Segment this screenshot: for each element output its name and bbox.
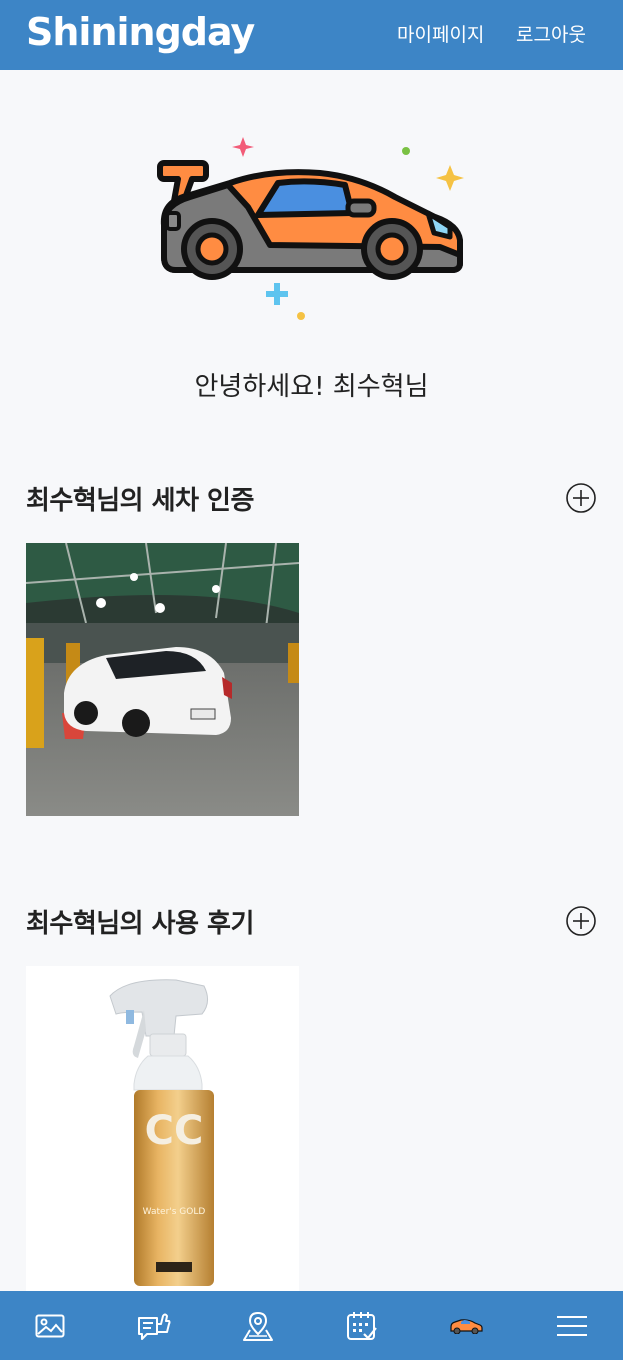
sparkle-blue-cross-icon — [266, 283, 288, 305]
product-label-cc: CC — [145, 1108, 204, 1154]
tab-gallery[interactable] — [0, 1291, 100, 1360]
wash-cert-photo[interactable] — [26, 543, 299, 816]
app-header: Shiningday 마이페이지 로그아웃 — [0, 0, 623, 70]
sparkle-yellow-icon — [436, 165, 464, 191]
logout-link[interactable]: 로그아웃 — [516, 20, 586, 47]
sparkle-green-dot-icon — [402, 147, 410, 155]
add-wash-cert-button[interactable] — [565, 482, 597, 514]
brand-logo[interactable]: Shiningday — [26, 10, 255, 54]
greeting-text: 안녕하세요! 최수혁님 — [194, 372, 429, 402]
add-review-button[interactable] — [565, 905, 597, 937]
map-icon — [243, 1311, 273, 1341]
wash-cert-title: 최수혁님의 세차 인증 — [26, 486, 254, 516]
tab-map[interactable] — [208, 1291, 308, 1360]
sparkle-yellow-dot-icon — [297, 312, 305, 320]
review-icon — [138, 1313, 171, 1340]
spray-bottle-image: CC Water's GOLD — [109, 979, 214, 1286]
sparkle-pink-icon — [232, 137, 254, 157]
tab-reviews[interactable] — [104, 1291, 204, 1360]
tab-menu[interactable] — [522, 1291, 622, 1360]
menu-icon — [557, 1315, 587, 1336]
product-label-brand: Water's GOLD — [143, 1207, 206, 1217]
tab-calendar[interactable] — [312, 1291, 412, 1360]
car-illustration — [157, 137, 464, 320]
review-title: 최수혁님의 사용 후기 — [26, 909, 254, 939]
car-icon — [450, 1318, 483, 1334]
calendar-icon — [347, 1311, 377, 1340]
gallery-icon — [35, 1314, 65, 1337]
tab-mycar[interactable] — [416, 1291, 516, 1360]
bottom-navigation — [0, 1291, 623, 1360]
review-product-photo[interactable]: CC Water's GOLD — [26, 966, 299, 1291]
mypage-link[interactable]: 마이페이지 — [397, 20, 484, 47]
